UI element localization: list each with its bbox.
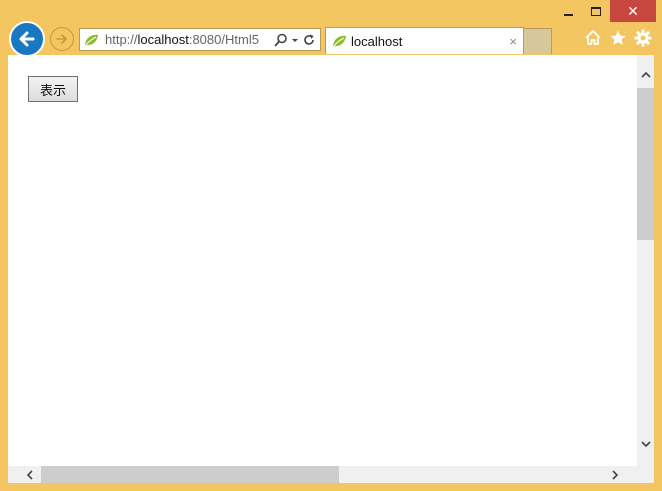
horizontal-scroll-thumb[interactable] — [41, 466, 339, 483]
search-icon[interactable] — [274, 33, 288, 47]
scrollbar-corner — [637, 466, 654, 483]
back-button[interactable] — [9, 21, 45, 57]
chevron-up-icon — [640, 71, 651, 78]
star-icon — [610, 30, 626, 45]
url-host: localhost — [137, 32, 189, 47]
vertical-scroll-thumb[interactable] — [637, 88, 654, 240]
content-viewport: 表示 — [8, 55, 654, 483]
close-icon: ✕ — [627, 3, 639, 19]
chevron-left-icon — [26, 469, 33, 480]
window-controls: ✕ — [554, 0, 656, 22]
minimize-icon — [563, 13, 573, 16]
gear-icon — [634, 29, 652, 47]
refresh-icon[interactable] — [302, 33, 316, 47]
scroll-up-button[interactable] — [637, 66, 654, 83]
tab-localhost[interactable]: localhost × — [325, 27, 524, 54]
maximize-button[interactable] — [582, 0, 610, 22]
leaf-icon — [333, 35, 346, 47]
settings-button[interactable] — [634, 29, 652, 47]
horizontal-scrollbar[interactable] — [8, 466, 637, 483]
url-scheme: http:// — [105, 32, 138, 47]
chevron-down-icon[interactable] — [291, 36, 299, 44]
page-content: 表示 — [8, 55, 637, 466]
favorites-button[interactable] — [609, 29, 627, 47]
minimize-button[interactable] — [554, 0, 582, 22]
chevron-right-icon — [611, 469, 618, 480]
forward-arrow-icon — [56, 34, 67, 44]
address-tools — [274, 33, 316, 47]
scroll-down-button[interactable] — [637, 435, 654, 452]
chevron-down-icon — [640, 440, 651, 447]
scroll-right-button[interactable] — [606, 466, 623, 483]
tab-close-icon[interactable]: × — [509, 34, 517, 49]
vertical-scrollbar[interactable] — [637, 55, 654, 466]
tab-title: localhost — [351, 33, 403, 49]
toolbar-icons — [584, 29, 652, 47]
leaf-icon — [85, 34, 98, 45]
url-path: :8080/Html5 — [188, 32, 259, 47]
show-button[interactable]: 表示 — [28, 76, 78, 102]
new-tab-button[interactable] — [524, 28, 552, 54]
back-arrow-icon — [19, 31, 35, 47]
close-window-button[interactable]: ✕ — [610, 0, 656, 22]
scroll-left-button[interactable] — [21, 466, 38, 483]
address-bar[interactable]: http://localhost:8080/Html5 — [79, 28, 321, 51]
browser-window: ✕ http://localhost:8080/Html5 localhost … — [0, 0, 662, 491]
home-button[interactable] — [584, 29, 602, 47]
home-icon — [585, 30, 601, 45]
maximize-icon — [591, 6, 601, 16]
forward-button[interactable] — [50, 27, 74, 51]
url-text[interactable]: http://localhost:8080/Html5 — [105, 32, 269, 47]
